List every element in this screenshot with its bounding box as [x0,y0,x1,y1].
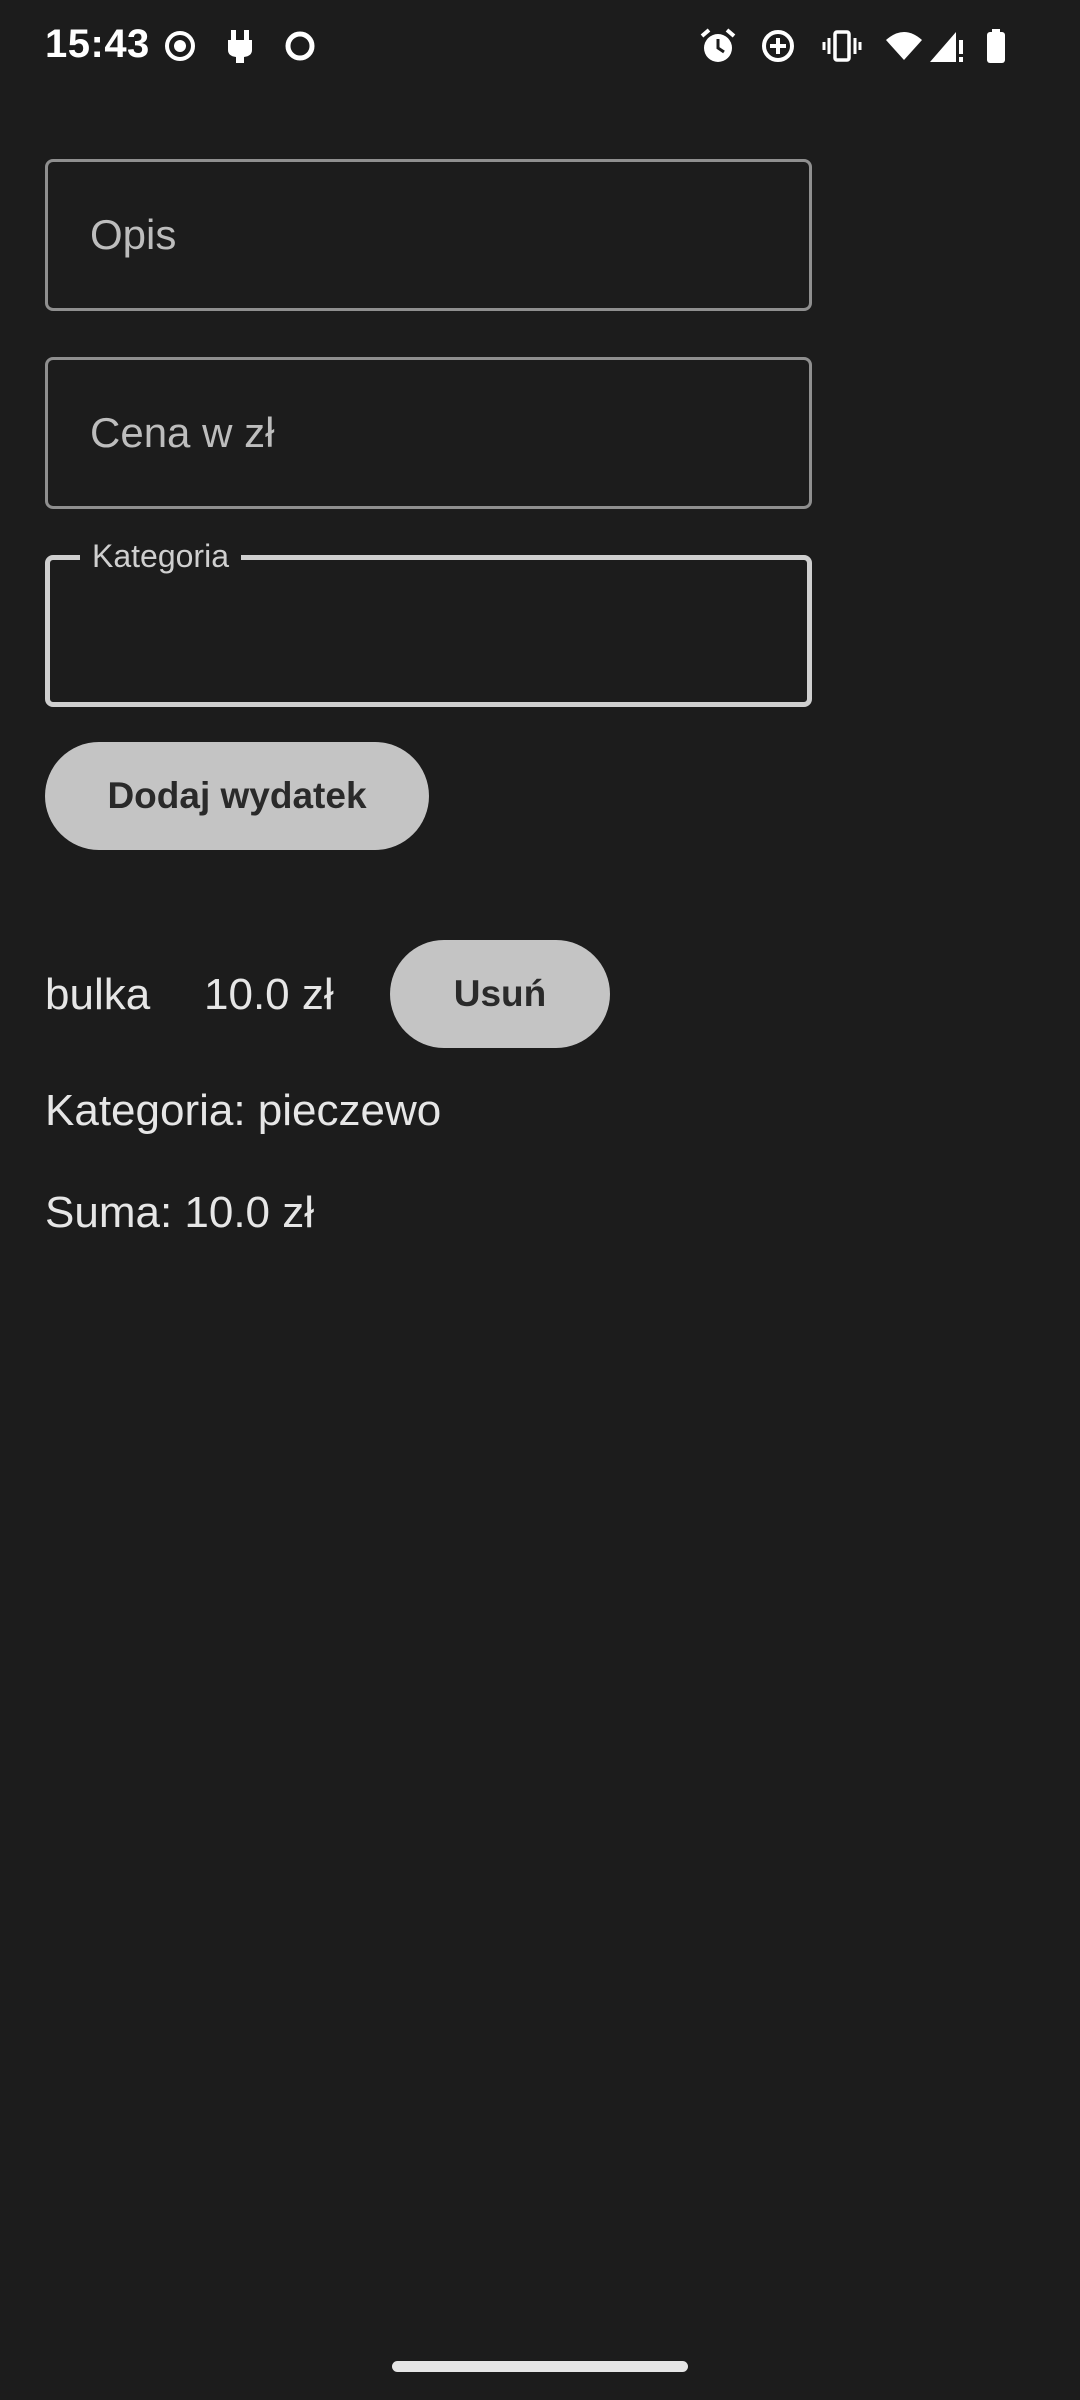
description-field[interactable] [45,159,812,311]
wifi-icon [884,26,924,66]
add-expense-button[interactable]: Dodaj wydatek [45,742,429,850]
battery-icon [976,26,1016,66]
remove-expense-button[interactable]: Usuń [390,940,610,1048]
description-input[interactable] [48,162,809,308]
alarm-icon [698,26,738,66]
expense-price: 10.0 zł [204,970,334,1019]
category-field[interactable]: Kategoria [45,538,812,707]
expense-description: bulka [45,970,151,1019]
expense-category: Kategoria: pieczewo [45,1086,442,1135]
price-input[interactable] [48,360,809,506]
circle-icon [280,26,320,66]
signal-icon [926,26,966,66]
category-input[interactable] [50,560,807,702]
vibrate-icon [822,26,862,66]
data-saver-icon [758,26,798,66]
plug-icon [220,26,260,66]
status-time: 15:43 [45,22,150,66]
price-field[interactable] [45,357,812,509]
status-bar: 15:43 [0,0,1080,95]
record-icon [160,26,200,66]
total-sum: Suma: 10.0 zł [45,1188,315,1237]
home-indicator[interactable] [392,2361,688,2372]
